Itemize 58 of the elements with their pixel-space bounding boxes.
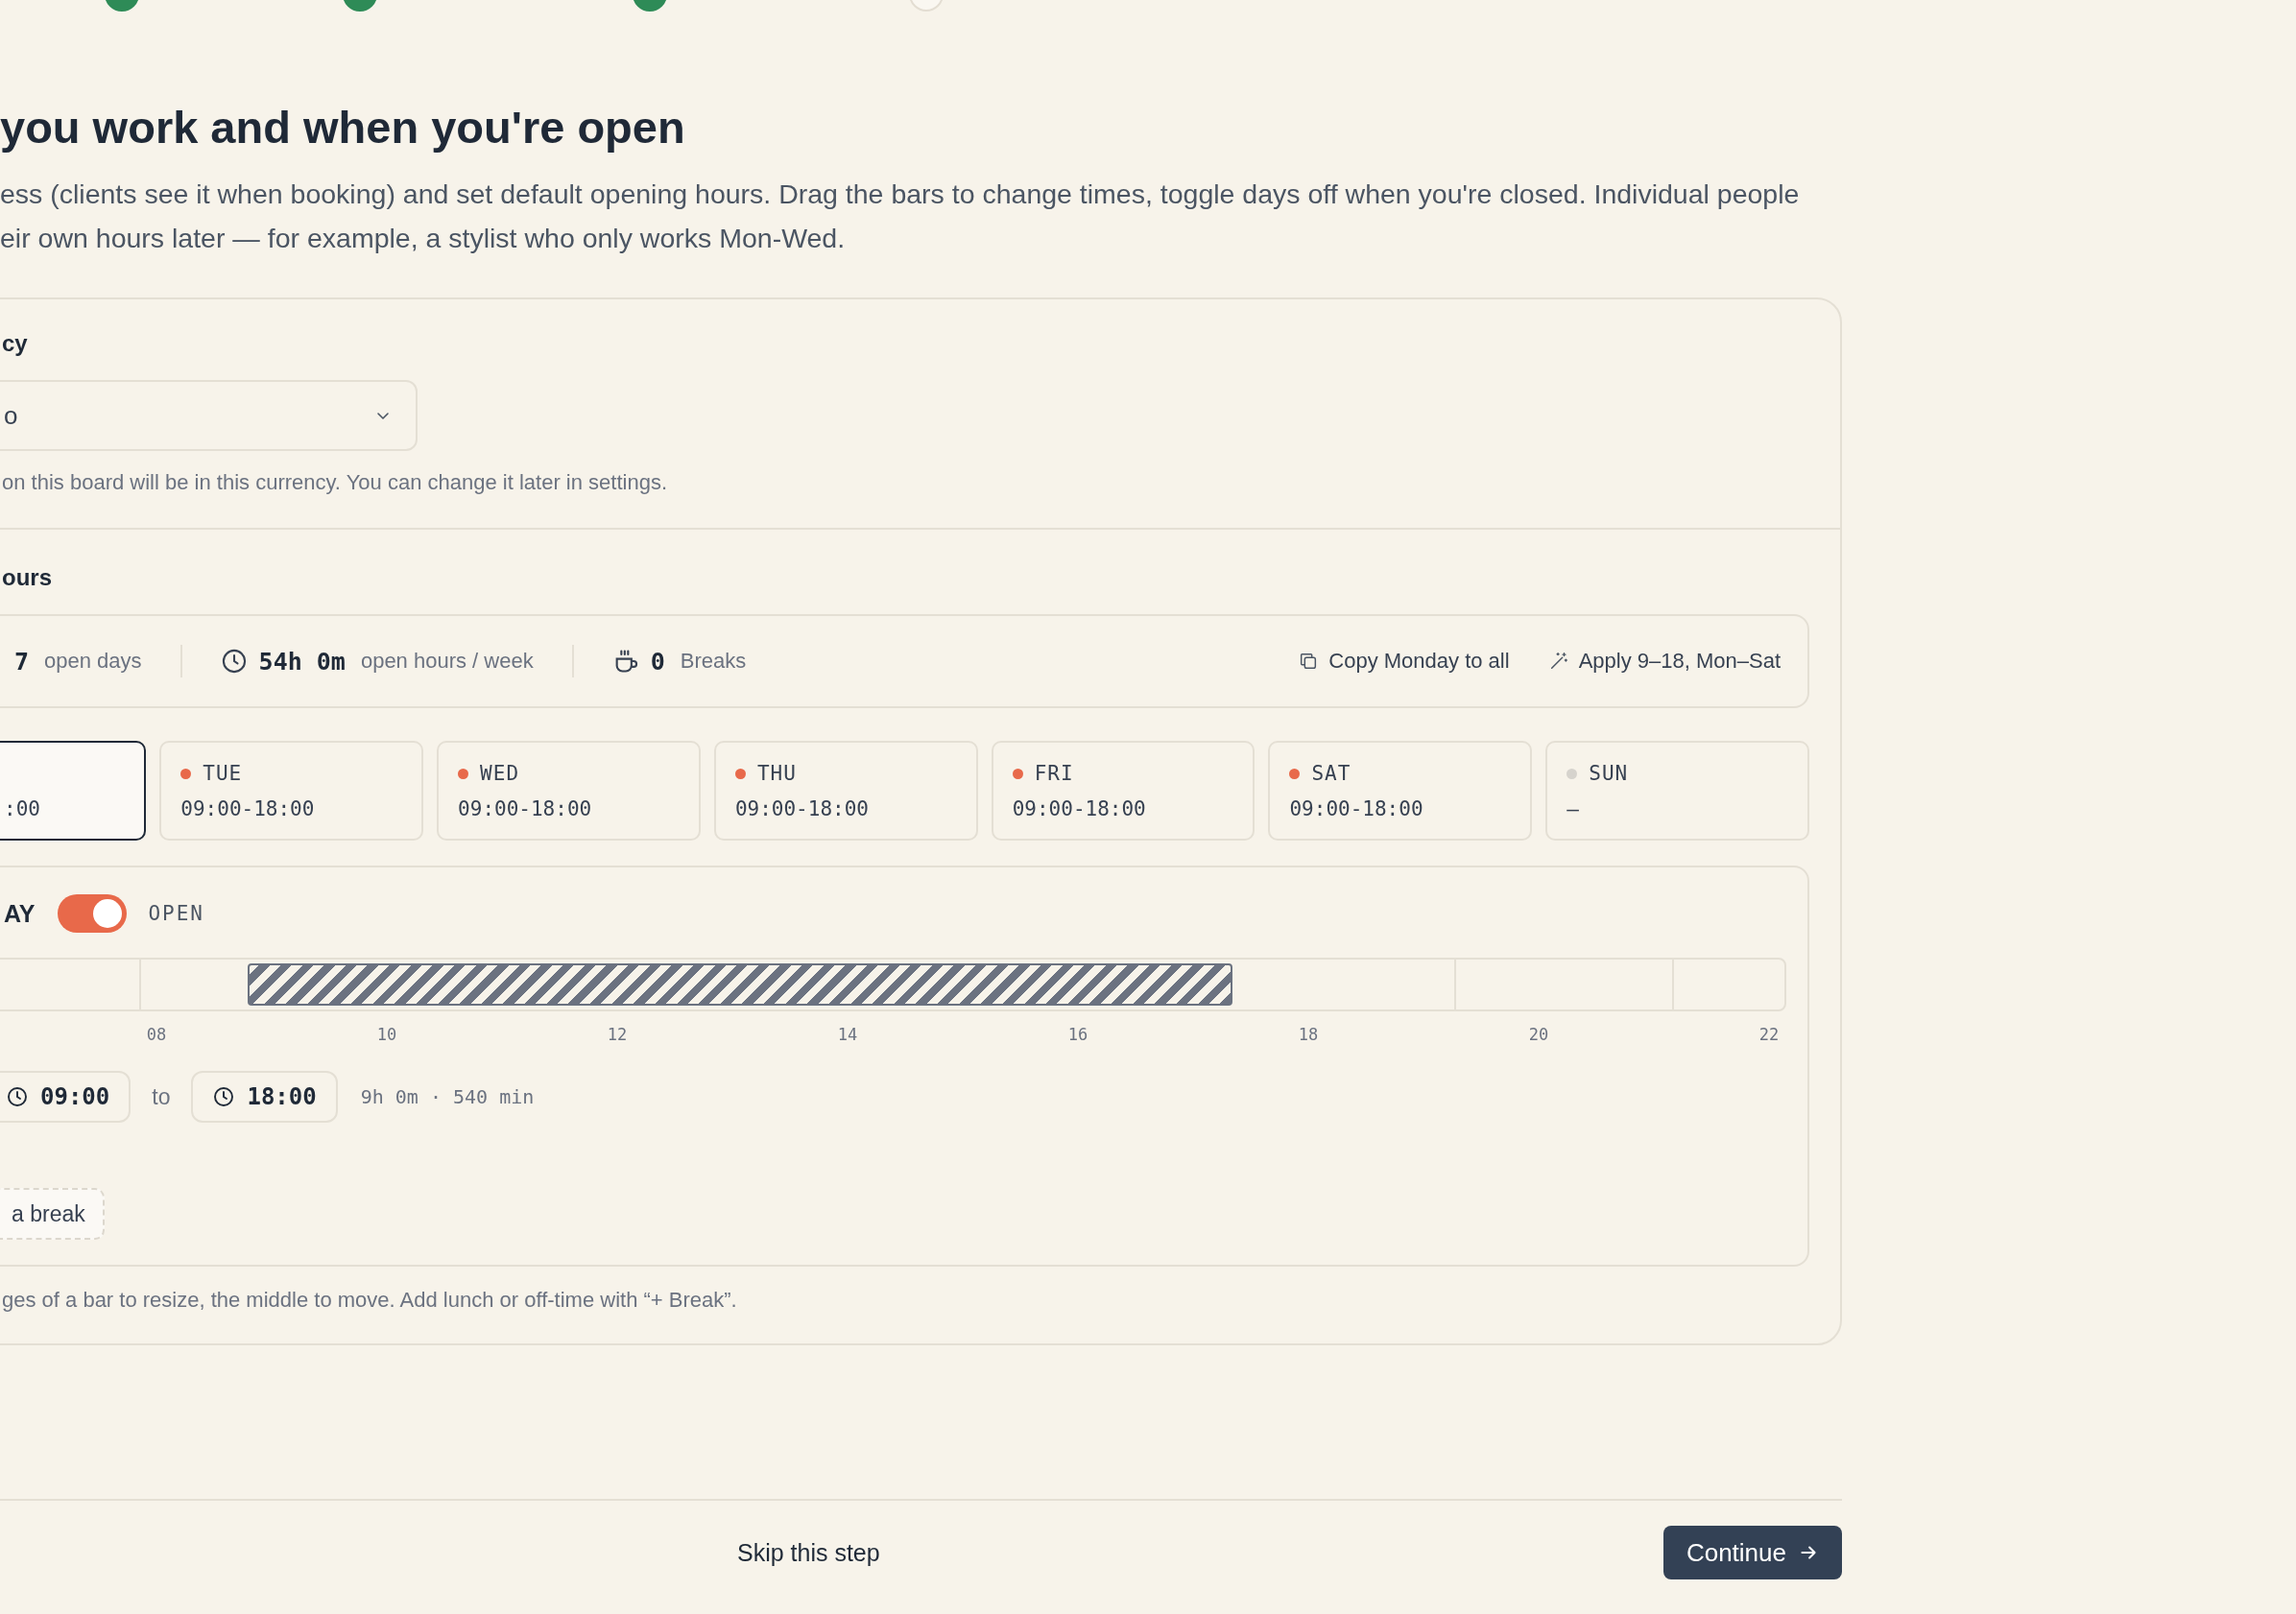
action-button[interactable]: Copy Monday to all xyxy=(1298,649,1510,674)
day-card[interactable]: THU 09:00-18:00 xyxy=(713,741,978,841)
intro-text: ess (clients see it when booking) and set default opening hours. Drag the bars to change times, toggle days off when you're closed. Individual people xyxy=(0,178,1801,211)
currency-select[interactable]: o xyxy=(0,380,418,451)
skip-button[interactable]: Skip this step xyxy=(737,1529,880,1577)
page-heading: you work and when you're open xyxy=(0,101,686,154)
action-button[interactable]: Apply 9–18, Mon–Sat xyxy=(1547,649,1781,674)
start-time-field[interactable]: 09:00 xyxy=(0,1071,132,1123)
day-hours: :00 xyxy=(4,797,41,820)
stat-label: Breaks xyxy=(680,649,747,674)
day-hours: 09:00-18:00 xyxy=(1289,797,1424,820)
add-break-button[interactable]: a break xyxy=(0,1188,105,1240)
day-name: FRI xyxy=(1034,762,1074,785)
stat-value: 7 xyxy=(14,647,30,676)
hours-label: ours xyxy=(2,563,53,592)
day-hours: 09:00-18:00 xyxy=(734,797,870,820)
day-card[interactable]: SAT 09:00-18:00 xyxy=(1268,741,1533,841)
stat-label: open hours / week xyxy=(360,649,534,674)
to-label: to xyxy=(152,1083,171,1110)
duration-text: 9h 0m · 540 min xyxy=(360,1085,535,1108)
clock-icon xyxy=(220,648,248,675)
hint-text: ges of a bar to resize, the middle to move. Add lunch or off-time with “+ Break”. xyxy=(2,1288,738,1313)
day-title: AY xyxy=(4,899,36,928)
hour-tick: 20 xyxy=(1527,1025,1550,1044)
day-name: SAT xyxy=(1311,762,1351,785)
day-hours: 09:00-18:00 xyxy=(1012,797,1147,820)
day-name: SUN xyxy=(1589,762,1629,785)
hour-tick: 12 xyxy=(606,1025,629,1044)
clock-icon xyxy=(6,1085,29,1108)
stat-label: open days xyxy=(44,649,142,674)
hours-bar[interactable] xyxy=(248,963,1232,1006)
day-name: TUE xyxy=(203,762,243,785)
day-card[interactable]: TUE 09:00-18:00 xyxy=(159,741,424,841)
hour-tick: 18 xyxy=(1297,1025,1320,1044)
clock-icon xyxy=(212,1085,236,1108)
continue-button[interactable]: Continue xyxy=(1662,1526,1842,1579)
hour-tick: 08 xyxy=(145,1025,168,1044)
day-name: WED xyxy=(480,762,520,785)
hour-tick: 10 xyxy=(375,1025,398,1044)
status-label: OPEN xyxy=(148,902,204,925)
day-hours: – xyxy=(1567,797,1580,820)
day-card[interactable]: FRI 09:00-18:00 xyxy=(991,741,1256,841)
day-card[interactable]: WED 09:00-18:00 xyxy=(437,741,701,841)
day-card[interactable]: :00 xyxy=(0,741,147,841)
stat-value: 54h 0m xyxy=(258,647,346,676)
intro-text: eir own hours later — for example, a stylist who only works Mon-Wed. xyxy=(0,222,847,255)
hour-tick: 14 xyxy=(836,1025,859,1044)
day-hours: 09:00-18:00 xyxy=(180,797,316,820)
day-card[interactable]: SUN – xyxy=(1545,741,1809,841)
end-time-field[interactable]: 18:00 xyxy=(191,1071,338,1123)
hour-tick: 22 xyxy=(1758,1025,1781,1044)
hour-tick: 16 xyxy=(1066,1025,1089,1044)
stat-value: 0 xyxy=(650,647,665,676)
currency-help: on this board will be in this currency. You can change it later in settings. xyxy=(2,470,668,495)
day-name: THU xyxy=(756,762,797,785)
day-hours: 09:00-18:00 xyxy=(458,797,593,820)
currency-label: cy xyxy=(2,329,29,358)
open-toggle[interactable] xyxy=(58,894,128,933)
